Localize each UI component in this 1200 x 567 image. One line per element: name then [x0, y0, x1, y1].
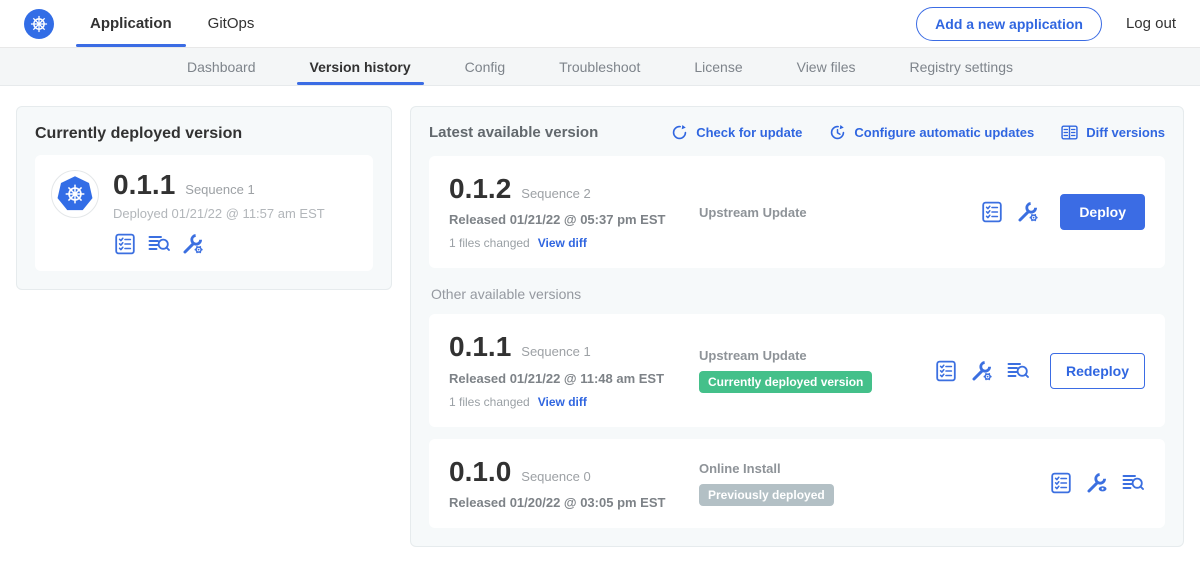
- currently-deployed-badge: Currently deployed version: [699, 371, 872, 393]
- preflight-checks-icon[interactable]: [113, 232, 137, 256]
- panel-actions: Check for update Configure automatic upd…: [670, 123, 1165, 142]
- version-card-0-1-0: 0.1.0 Sequence 0 Released 01/20/22 @ 03:…: [429, 439, 1165, 528]
- version-source-label: Upstream Update: [699, 205, 980, 220]
- version-details: 0.1.2 Sequence 2 Released 01/21/22 @ 05:…: [449, 174, 699, 250]
- view-config-icon[interactable]: [1085, 471, 1109, 495]
- sequence-label: Sequence 0: [521, 469, 590, 484]
- tab-gitops[interactable]: GitOps: [190, 0, 273, 47]
- sequence-label: Sequence 2: [521, 186, 590, 201]
- version-number: 0.1.0: [449, 457, 511, 486]
- subnav-tab-license[interactable]: License: [667, 48, 769, 85]
- kubernetes-logo-icon: [24, 9, 54, 39]
- view-diff-link[interactable]: View diff: [538, 395, 587, 409]
- current-version-number: 0.1.1: [113, 170, 175, 199]
- topbar-right: Add a new application Log out: [916, 0, 1176, 47]
- edit-config-icon[interactable]: [1016, 200, 1040, 224]
- files-changed-label: 1 files changed: [449, 236, 530, 250]
- other-available-title: Other available versions: [431, 286, 1163, 302]
- version-actions: [1049, 471, 1145, 495]
- released-timestamp: Released 01/20/22 @ 03:05 pm EST: [449, 495, 699, 510]
- subnav-tab-troubleshoot[interactable]: Troubleshoot: [532, 48, 667, 85]
- subnav-tab-view-files[interactable]: View files: [770, 48, 883, 85]
- version-actions: Redeploy: [934, 353, 1145, 389]
- preflight-checks-icon[interactable]: [934, 359, 958, 383]
- subnav-tab-config[interactable]: Config: [438, 48, 532, 85]
- top-navbar: Application GitOps Add a new application…: [0, 0, 1200, 48]
- check-for-update-link[interactable]: Check for update: [670, 123, 802, 142]
- configure-automatic-updates-label: Configure automatic updates: [854, 125, 1034, 140]
- preflight-checks-icon[interactable]: [980, 200, 1004, 224]
- currently-deployed-title: Currently deployed version: [35, 125, 373, 143]
- current-deployed-timestamp: Deployed 01/21/22 @ 11:57 am EST: [113, 206, 325, 221]
- version-number: 0.1.2: [449, 174, 511, 203]
- subnav-tab-version-history[interactable]: Version history: [283, 48, 438, 85]
- add-application-button[interactable]: Add a new application: [916, 7, 1102, 41]
- released-timestamp: Released 01/21/22 @ 11:48 am EST: [449, 371, 699, 386]
- currently-deployed-details: 0.1.1 Sequence 1 Deployed 01/21/22 @ 11:…: [113, 170, 325, 256]
- version-source-column: Upstream Update: [699, 205, 980, 220]
- tab-application[interactable]: Application: [72, 0, 190, 47]
- version-card-0-1-1: 0.1.1 Sequence 1 Released 01/21/22 @ 11:…: [429, 314, 1165, 426]
- redeploy-button[interactable]: Redeploy: [1050, 353, 1145, 389]
- edit-config-icon[interactable]: [181, 232, 205, 256]
- current-sequence-label: Sequence 1: [185, 182, 254, 197]
- configure-automatic-updates-link[interactable]: Configure automatic updates: [828, 123, 1034, 142]
- version-source-label: Upstream Update: [699, 348, 934, 363]
- app-subnav: Dashboard Version history Config Trouble…: [0, 48, 1200, 86]
- currently-deployed-card: 0.1.1 Sequence 1 Deployed 01/21/22 @ 11:…: [35, 155, 373, 271]
- app-tabs: Application GitOps: [72, 0, 272, 47]
- deploy-button[interactable]: Deploy: [1060, 194, 1145, 230]
- auto-update-clock-icon: [828, 123, 847, 142]
- version-source-label: Online Install: [699, 461, 1049, 476]
- previously-deployed-badge: Previously deployed: [699, 484, 834, 506]
- refresh-icon: [670, 123, 689, 142]
- sequence-label: Sequence 1: [521, 344, 590, 359]
- latest-available-title: Latest available version: [429, 124, 598, 141]
- edit-config-icon[interactable]: [970, 359, 994, 383]
- diff-icon: [1060, 123, 1079, 142]
- subnav-tab-dashboard[interactable]: Dashboard: [160, 48, 283, 85]
- version-details: 0.1.1 Sequence 1 Released 01/21/22 @ 11:…: [449, 332, 699, 408]
- main-content: Currently deployed version 0.1.1 Sequenc…: [0, 86, 1200, 567]
- version-source-column: Upstream Update Currently deployed versi…: [699, 348, 934, 393]
- view-logs-icon[interactable]: [147, 232, 171, 256]
- view-diff-link[interactable]: View diff: [538, 236, 587, 250]
- subnav-tab-registry-settings[interactable]: Registry settings: [883, 48, 1040, 85]
- version-number: 0.1.1: [449, 332, 511, 361]
- app-kubernetes-icon: [51, 170, 99, 218]
- version-details: 0.1.0 Sequence 0 Released 01/20/22 @ 03:…: [449, 457, 699, 510]
- diff-versions-label: Diff versions: [1086, 125, 1165, 140]
- preflight-checks-icon[interactable]: [1049, 471, 1073, 495]
- logout-link[interactable]: Log out: [1126, 15, 1176, 32]
- released-timestamp: Released 01/21/22 @ 05:37 pm EST: [449, 212, 699, 227]
- check-for-update-label: Check for update: [696, 125, 802, 140]
- version-card-0-1-2: 0.1.2 Sequence 2 Released 01/21/22 @ 05:…: [429, 156, 1165, 268]
- version-source-column: Online Install Previously deployed: [699, 461, 1049, 506]
- view-logs-icon[interactable]: [1121, 471, 1145, 495]
- version-history-panel: Latest available version Check for updat…: [410, 106, 1184, 547]
- files-changed-label: 1 files changed: [449, 395, 530, 409]
- version-actions: Deploy: [980, 194, 1145, 230]
- diff-versions-link[interactable]: Diff versions: [1060, 123, 1165, 142]
- currently-deployed-panel: Currently deployed version 0.1.1 Sequenc…: [16, 106, 392, 290]
- view-logs-icon[interactable]: [1006, 359, 1030, 383]
